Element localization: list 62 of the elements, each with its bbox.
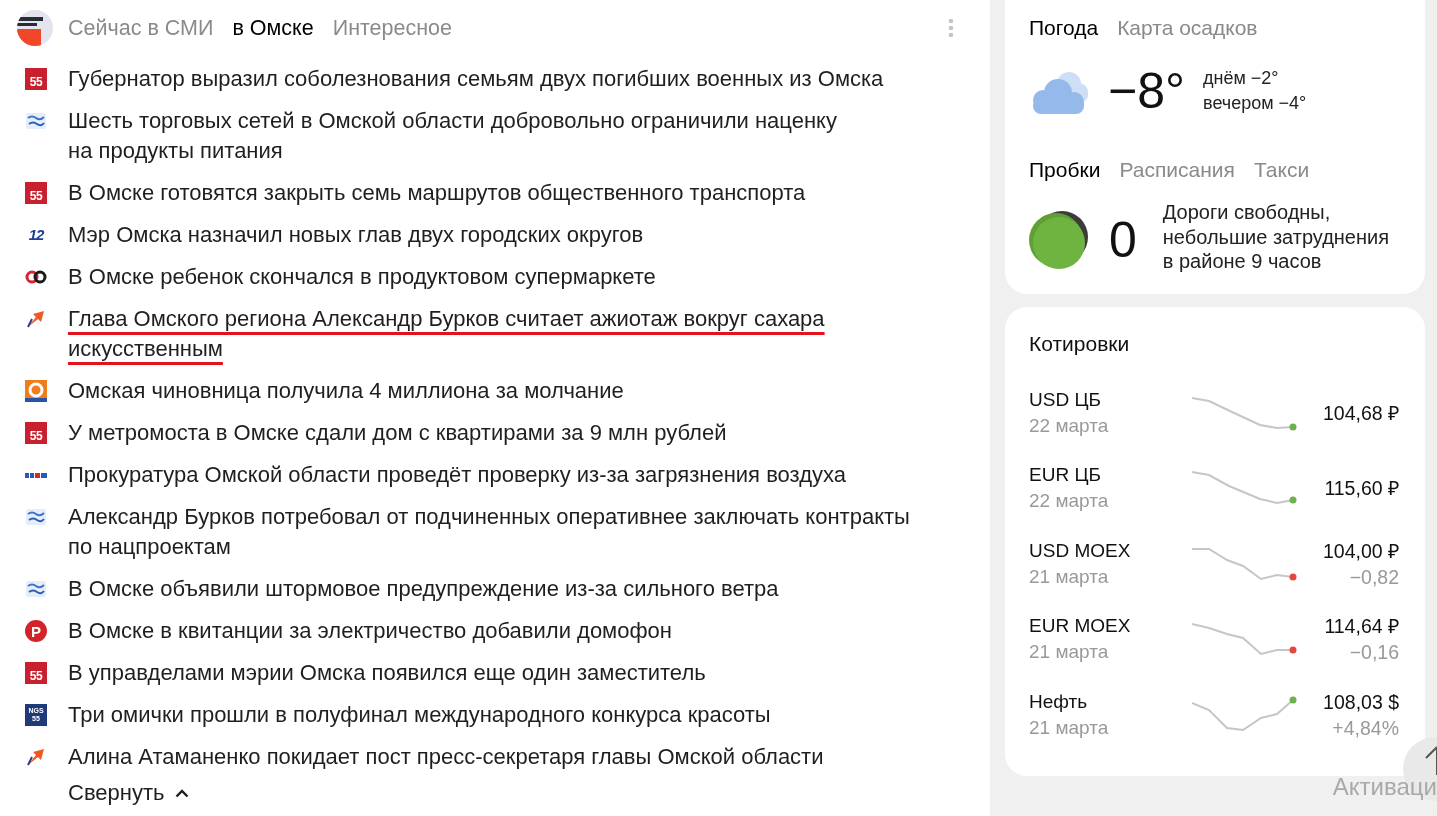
- badge-logo-icon: [26, 581, 46, 597]
- traffic-score: 0: [1109, 214, 1137, 266]
- news-headline-link[interactable]: В Омске в квитанции за электричество добавили домофон: [68, 616, 672, 646]
- news-headline-link[interactable]: Шесть торговых сетей в Омской области добровольно ограничили наценку на продукты питания: [68, 106, 837, 166]
- news-headline-link[interactable]: Александр Бурков потребовал от подчиненных оперативнее заключать контракты по нацпроектам: [68, 502, 910, 562]
- tab[interactable]: в Омске: [232, 16, 314, 40]
- news-headline-link[interactable]: Прокуратура Омской области проведёт проверку из-за загрязнения воздуха: [68, 460, 846, 490]
- number-tile-logo: 55: [25, 68, 47, 90]
- news-headline-link[interactable]: В Омске готовятся закрыть семь маршрутов общественного транспорта: [68, 178, 806, 208]
- number-tile-logo: 55: [25, 422, 47, 444]
- number-tile-logo: 55: [25, 182, 47, 204]
- quote-date: 21 марта: [1029, 715, 1110, 740]
- news-headline-link[interactable]: Омская чиновница получила 4 миллиона за молчание: [68, 376, 624, 406]
- badge-logo-icon: [26, 113, 46, 129]
- quote-value: 104,00 ₽: [1322, 538, 1399, 564]
- news-headline-link[interactable]: Мэр Омска назначил новых глав двух городских округов: [68, 220, 644, 250]
- quote-date: 21 марта: [1029, 640, 1110, 664]
- quote-name[interactable]: EUR ЦБ: [1029, 462, 1192, 488]
- news-headline-link[interactable]: В Омске объявили штормовое предупреждение из-за сильного ветра: [68, 574, 779, 604]
- rings-logo-icon: [25, 270, 47, 284]
- news-headline-link[interactable]: Глава Омского региона Александр Бурков считает ажиотаж вокруг сахара искусственным: [68, 304, 825, 364]
- tab[interactable]: Погода: [1029, 16, 1099, 40]
- quote-date: 22 марта: [1029, 413, 1110, 438]
- temperature: −8°: [1108, 65, 1185, 117]
- quote-value: 108,03 $: [1323, 689, 1399, 715]
- quote-name[interactable]: USD ЦБ: [1029, 386, 1192, 413]
- quote-name[interactable]: USD MOEX: [1029, 537, 1192, 564]
- news-headline-link[interactable]: В Омске ребенок скончался в продуктовом супермаркете: [68, 262, 656, 292]
- news-logo-icon: [17, 10, 53, 46]
- traffic-indicator-icon: [1029, 210, 1089, 270]
- quote-name[interactable]: Нефть: [1029, 688, 1192, 715]
- quote-value: 115,60 ₽: [1324, 476, 1399, 501]
- news-headline-link[interactable]: У метромоста в Омске сдали дом с квартирами за 9 млн рублей: [68, 418, 727, 448]
- quote-value: 114,64 ₽: [1324, 614, 1399, 639]
- letter-circle-logo: P: [25, 620, 47, 642]
- news-headline-link[interactable]: В управделами мэрии Омска появился еще один заместитель: [68, 658, 706, 688]
- badge-logo-icon: [26, 509, 46, 525]
- number-logo: 12: [28, 227, 44, 243]
- arrow-logo-icon: [27, 748, 45, 766]
- forecast-text: вечером −4°: [1203, 92, 1307, 115]
- arrow-up-icon: [1425, 745, 1437, 775]
- quote-change: −0,16: [1349, 640, 1399, 665]
- quotes-title: Котировки: [1029, 331, 1131, 356]
- wordmark-logo-icon: [25, 471, 47, 479]
- traffic-description: Дороги свободны, небольшие затруднения в районе 9 часов: [1162, 200, 1390, 274]
- activation-notice: Активаци: [1332, 773, 1437, 801]
- forecast-text: днём −2°: [1203, 67, 1280, 90]
- quote-name[interactable]: EUR MOEX: [1029, 613, 1192, 639]
- arrow-logo-icon: [27, 310, 45, 328]
- news-headline-link[interactable]: Губернатор выразил соболезнования семьям двух погибших военных из Омска: [68, 64, 884, 94]
- ring-tile-logo-icon: [25, 380, 47, 402]
- news-headline-link[interactable]: Алина Атаманенко покидает пост пресс-секретаря главы Омской области: [68, 742, 824, 772]
- number-tile-logo: 55: [25, 662, 47, 684]
- quote-change: −0,82: [1349, 564, 1399, 590]
- news-headline-link[interactable]: Три омички прошли в полуфинал международного конкурса красоты: [68, 700, 771, 730]
- collapse-button[interactable]: Свернуть: [68, 780, 189, 806]
- quote-date: 22 марта: [1029, 489, 1110, 513]
- tab[interactable]: Пробки: [1029, 158, 1101, 182]
- quote-date: 21 марта: [1029, 564, 1110, 589]
- quote-value: 104,68 ₽: [1322, 400, 1399, 426]
- quote-change: +4,84%: [1332, 715, 1399, 741]
- chevron-up-icon: [174, 788, 189, 798]
